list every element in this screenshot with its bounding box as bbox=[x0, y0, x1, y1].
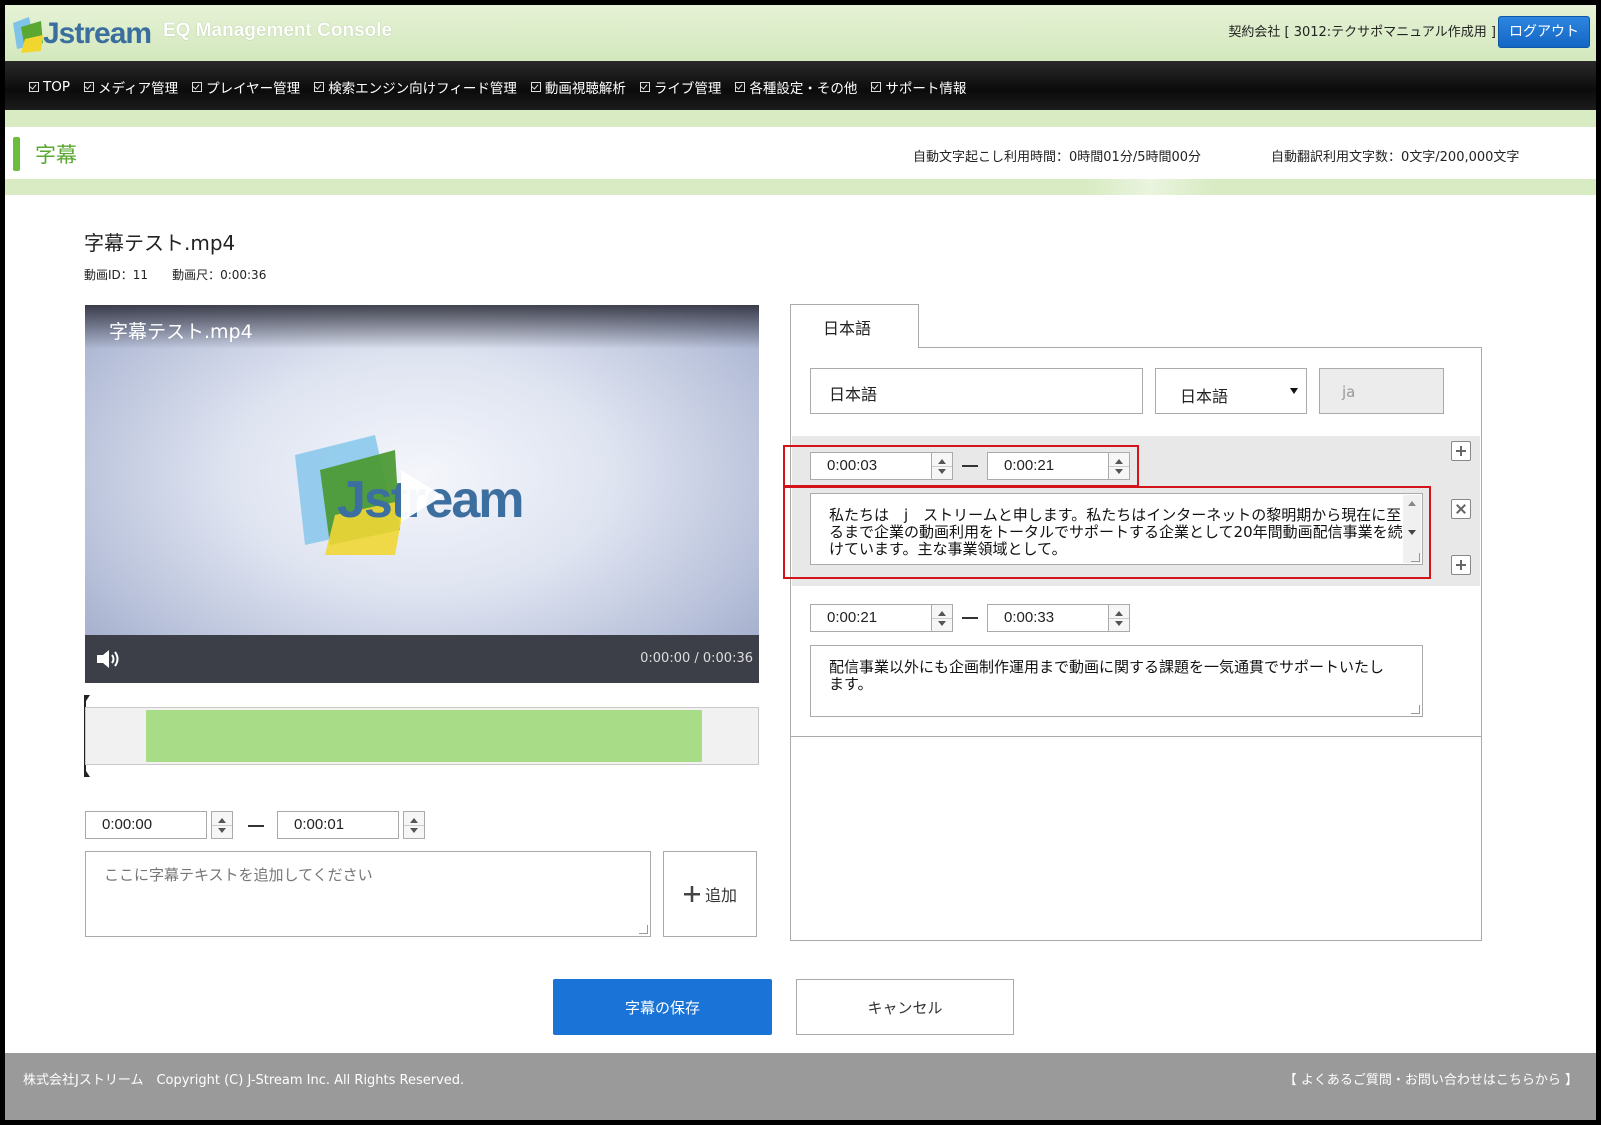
resize-grip-icon[interactable] bbox=[639, 925, 648, 934]
new-start-time-input[interactable]: 0:00:00 bbox=[85, 811, 207, 839]
video-duration: 動画尺：0:00:36 bbox=[172, 268, 267, 282]
chevron-down-icon bbox=[1290, 388, 1298, 394]
checkbox-icon bbox=[530, 82, 541, 92]
arrow-down-icon[interactable] bbox=[410, 828, 418, 833]
header: Jstream EQ Management Console 契約会社 [ 301… bbox=[5, 5, 1596, 61]
footer: 株式会社Jストリーム Copyright (C) J-Stream Inc. A… bbox=[5, 1053, 1596, 1120]
caption-2-start-stepper[interactable] bbox=[931, 604, 953, 632]
copyright: 株式会社Jストリーム Copyright (C) J-Stream Inc. A… bbox=[23, 1073, 465, 1088]
jstream-logo-icon bbox=[13, 17, 43, 53]
language-name-input[interactable]: 日本語 bbox=[810, 368, 1143, 414]
checkbox-icon bbox=[639, 82, 650, 92]
nav-item-analytics[interactable]: 動画視聴解析 bbox=[530, 77, 626, 97]
nav-item-settings[interactable]: 各種設定・その他 bbox=[735, 77, 857, 97]
language-code-field: ja bbox=[1319, 368, 1444, 414]
new-end-time-input[interactable]: 0:00:01 bbox=[277, 811, 399, 839]
title-accent-bar bbox=[13, 137, 20, 171]
cancel-button[interactable]: キャンセル bbox=[796, 979, 1014, 1035]
page-title: 字幕 bbox=[35, 143, 77, 167]
arrow-up-icon[interactable] bbox=[218, 818, 226, 823]
contract-info: 契約会社 [ 3012:テクサポマニュアル作成用 ] bbox=[1228, 25, 1496, 40]
add-caption-label: 追加 bbox=[704, 886, 737, 905]
caption-2-end-input[interactable]: 0:00:33 bbox=[987, 604, 1109, 632]
caption-2-start-input[interactable]: 0:00:21 bbox=[810, 604, 932, 632]
nav-item-live[interactable]: ライブ管理 bbox=[639, 77, 721, 97]
plus-icon bbox=[683, 886, 700, 902]
caption-2-text: 配信事業以外にも企画制作運用まで動画に関する課題を一気通貫でサポートいたします。 bbox=[829, 658, 1385, 693]
tab-japanese[interactable]: 日本語 bbox=[790, 304, 919, 348]
jstream-logo[interactable]: Jstream bbox=[11, 11, 152, 57]
insert-above-plus-icon[interactable] bbox=[1451, 441, 1471, 461]
arrow-down-icon[interactable] bbox=[218, 828, 226, 833]
panel-divider bbox=[791, 736, 1481, 737]
caption-timeline[interactable] bbox=[85, 707, 759, 765]
app-window: Jstream EQ Management Console 契約会社 [ 301… bbox=[5, 5, 1596, 1120]
resize-grip-icon[interactable] bbox=[1411, 705, 1420, 714]
nav-item-support[interactable]: サポート情報 bbox=[871, 77, 966, 97]
checkbox-icon bbox=[29, 82, 39, 92]
faq-contact-link[interactable]: 【 よくあるご質問・お問い合わせはこちらから 】 bbox=[1284, 1069, 1578, 1088]
checkbox-icon bbox=[735, 82, 746, 92]
arrow-up-icon[interactable] bbox=[938, 611, 946, 616]
checkbox-icon bbox=[871, 82, 882, 92]
new-end-time-stepper[interactable] bbox=[403, 811, 425, 839]
main-nav: TOP メディア管理 プレイヤー管理 検索エンジン向けフィード管理 動画視聴解析… bbox=[5, 61, 1596, 110]
page-titlebar: 字幕 自動文字起こし利用時間：0時間01分/5時間00分 自動翻訳利用文字数：0… bbox=[5, 127, 1596, 179]
checkbox-icon bbox=[314, 82, 325, 92]
time-range-dash bbox=[248, 825, 264, 827]
caption-2-end-stepper[interactable] bbox=[1108, 604, 1130, 632]
video-controls: 0:00:00 / 0:00:36 bbox=[85, 635, 759, 683]
video-title: 字幕テスト.mp4 bbox=[109, 321, 253, 343]
nav-item-top[interactable]: TOP bbox=[29, 77, 70, 97]
time-range-dash bbox=[962, 617, 978, 619]
arrow-up-icon[interactable] bbox=[1115, 611, 1123, 616]
new-caption-textarea[interactable]: ここに字幕テキストを追加してください bbox=[85, 851, 651, 937]
checkbox-icon bbox=[192, 82, 203, 92]
green-strip bbox=[5, 110, 1596, 127]
language-select-value: 日本語 bbox=[1180, 387, 1229, 406]
logout-button[interactable]: ログアウト bbox=[1498, 16, 1590, 48]
video-player[interactable]: 字幕テスト.mp4 Jstream 0:00:00 / 0:00:36 bbox=[85, 305, 759, 683]
highlight-box-times bbox=[783, 445, 1139, 487]
nav-item-player[interactable]: プレイヤー管理 bbox=[192, 77, 300, 97]
file-meta: 動画ID：11 動画尺：0:00:36 bbox=[84, 266, 266, 283]
add-caption-button[interactable]: 追加 bbox=[663, 851, 757, 937]
transcription-usage: 自動文字起こし利用時間：0時間01分/5時間00分 bbox=[913, 150, 1202, 165]
caption-editor-panel: 日本語 日本語 ja bbox=[790, 347, 1482, 941]
delete-caption-close-icon[interactable] bbox=[1451, 499, 1471, 519]
arrow-down-icon[interactable] bbox=[938, 621, 946, 626]
new-caption-placeholder: ここに字幕テキストを追加してください bbox=[104, 866, 373, 884]
volume-icon[interactable] bbox=[95, 648, 123, 670]
save-captions-button[interactable]: 字幕の保存 bbox=[553, 979, 772, 1035]
new-start-time-stepper[interactable] bbox=[211, 811, 233, 839]
arrow-down-icon[interactable] bbox=[1115, 621, 1123, 626]
highlight-box-text bbox=[783, 486, 1431, 579]
language-select[interactable]: 日本語 bbox=[1155, 368, 1307, 414]
video-time: 0:00:00 / 0:00:36 bbox=[640, 651, 753, 666]
console-title: EQ Management Console bbox=[163, 20, 393, 41]
checkbox-icon bbox=[84, 82, 95, 92]
translation-usage: 自動翻訳利用文字数：0文字/200,000文字 bbox=[1271, 150, 1520, 165]
video-title-bar: 字幕テスト.mp4 bbox=[85, 305, 759, 349]
insert-below-plus-icon[interactable] bbox=[1451, 555, 1471, 575]
logo-text: Jstream bbox=[43, 17, 152, 50]
arrow-up-icon[interactable] bbox=[410, 818, 418, 823]
nav-item-feed[interactable]: 検索エンジン向けフィード管理 bbox=[314, 77, 517, 97]
nav-item-media[interactable]: メディア管理 bbox=[84, 77, 178, 97]
timeline-caption-range[interactable] bbox=[146, 710, 702, 762]
caption-2-textarea[interactable]: 配信事業以外にも企画制作運用まで動画に関する課題を一気通貫でサポートいたします。 bbox=[810, 645, 1423, 717]
video-id: 動画ID：11 bbox=[84, 268, 149, 282]
play-icon[interactable] bbox=[401, 470, 443, 522]
green-strip-lower bbox=[5, 179, 1596, 195]
file-title: 字幕テスト.mp4 bbox=[84, 231, 236, 255]
